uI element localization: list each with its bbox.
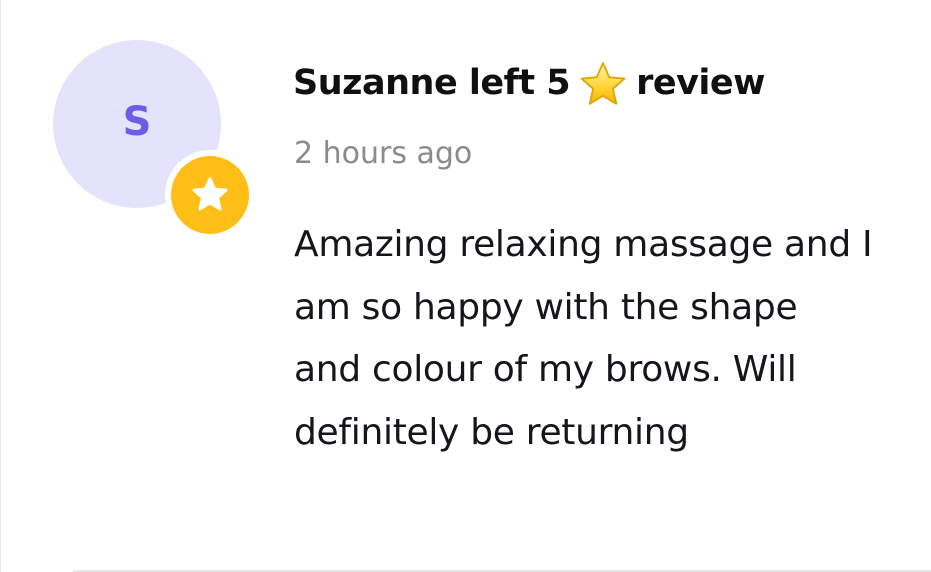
avatar-initial: S [122,99,152,145]
review-title: Suzanne left 5 review [293,58,765,108]
review-title-suffix: review [636,63,765,103]
star-icon [192,177,228,211]
rating-badge-circle [171,156,249,234]
review-card: S Suzanne left 5 review 2 hours ago Amaz… [0,0,931,572]
review-text: Amazing relaxing massage and I am so hap… [294,224,873,453]
review-timestamp: 2 hours ago [294,136,473,171]
rating-badge [165,150,255,240]
review-title-prefix: Suzanne left 5 [293,63,571,103]
star-emoji-icon [580,62,626,105]
